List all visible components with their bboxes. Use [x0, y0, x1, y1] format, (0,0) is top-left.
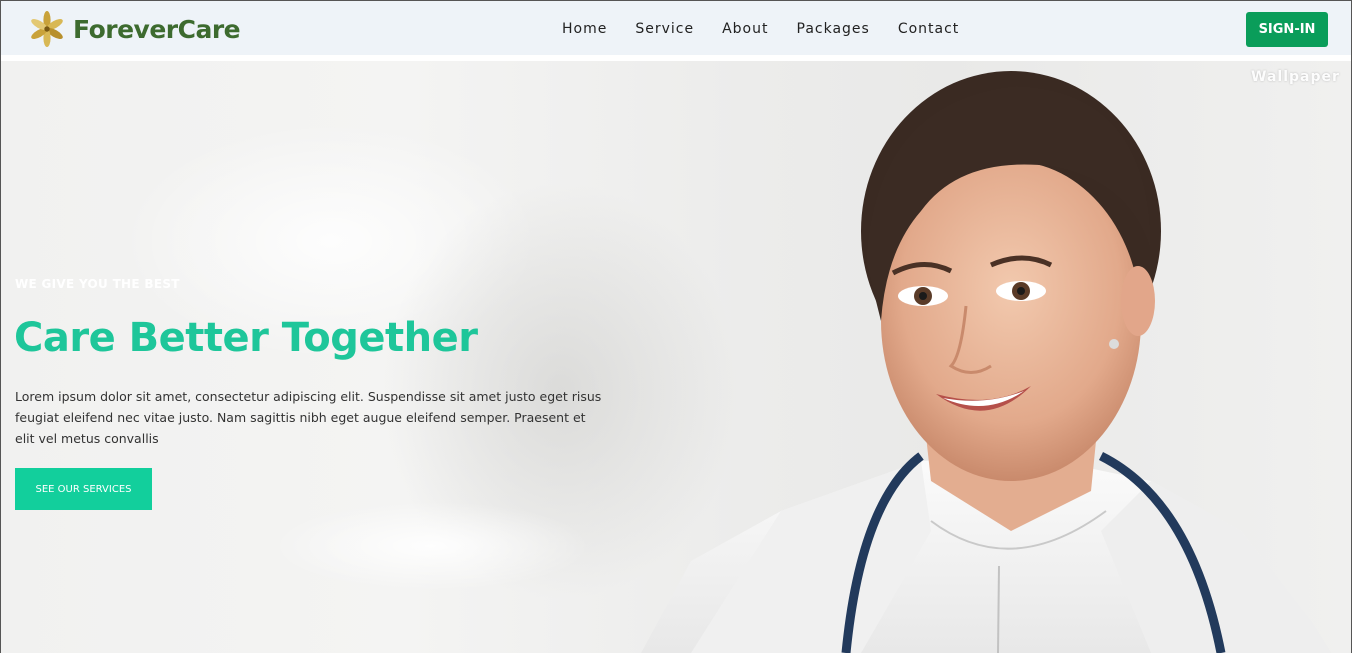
- nav-link-about[interactable]: About: [722, 21, 768, 37]
- watermark-text: Wallpaper: [1251, 69, 1340, 85]
- nav-link-home[interactable]: Home: [562, 21, 607, 37]
- signin-button[interactable]: SIGN-IN: [1246, 12, 1328, 47]
- brand-logo[interactable]: ForeverCare: [29, 11, 241, 47]
- background-blur: [271, 501, 591, 591]
- hero-headline: Care Better Together: [14, 315, 478, 361]
- flower-logo-icon: [31, 11, 63, 47]
- nav-link-packages[interactable]: Packages: [797, 21, 870, 37]
- nav-link-service[interactable]: Service: [635, 21, 694, 37]
- brand-name: ForeverCare: [73, 14, 241, 44]
- top-navbar: ForeverCare Home Service About Packages …: [1, 1, 1351, 58]
- hero-eyebrow: WE GIVE YOU THE BEST: [15, 277, 180, 291]
- smiling-doctor-photo: [641, 71, 1331, 653]
- hero-description: Lorem ipsum dolor sit amet, consectetur …: [15, 389, 602, 446]
- nav-links: Home Service About Packages Contact: [562, 21, 987, 37]
- see-our-services-button[interactable]: SEE OUR SERVICES: [15, 468, 152, 510]
- hero-section: Wallpaper WE GIVE YOU THE BEST Care Bett…: [1, 61, 1351, 653]
- nav-link-contact[interactable]: Contact: [898, 21, 959, 37]
